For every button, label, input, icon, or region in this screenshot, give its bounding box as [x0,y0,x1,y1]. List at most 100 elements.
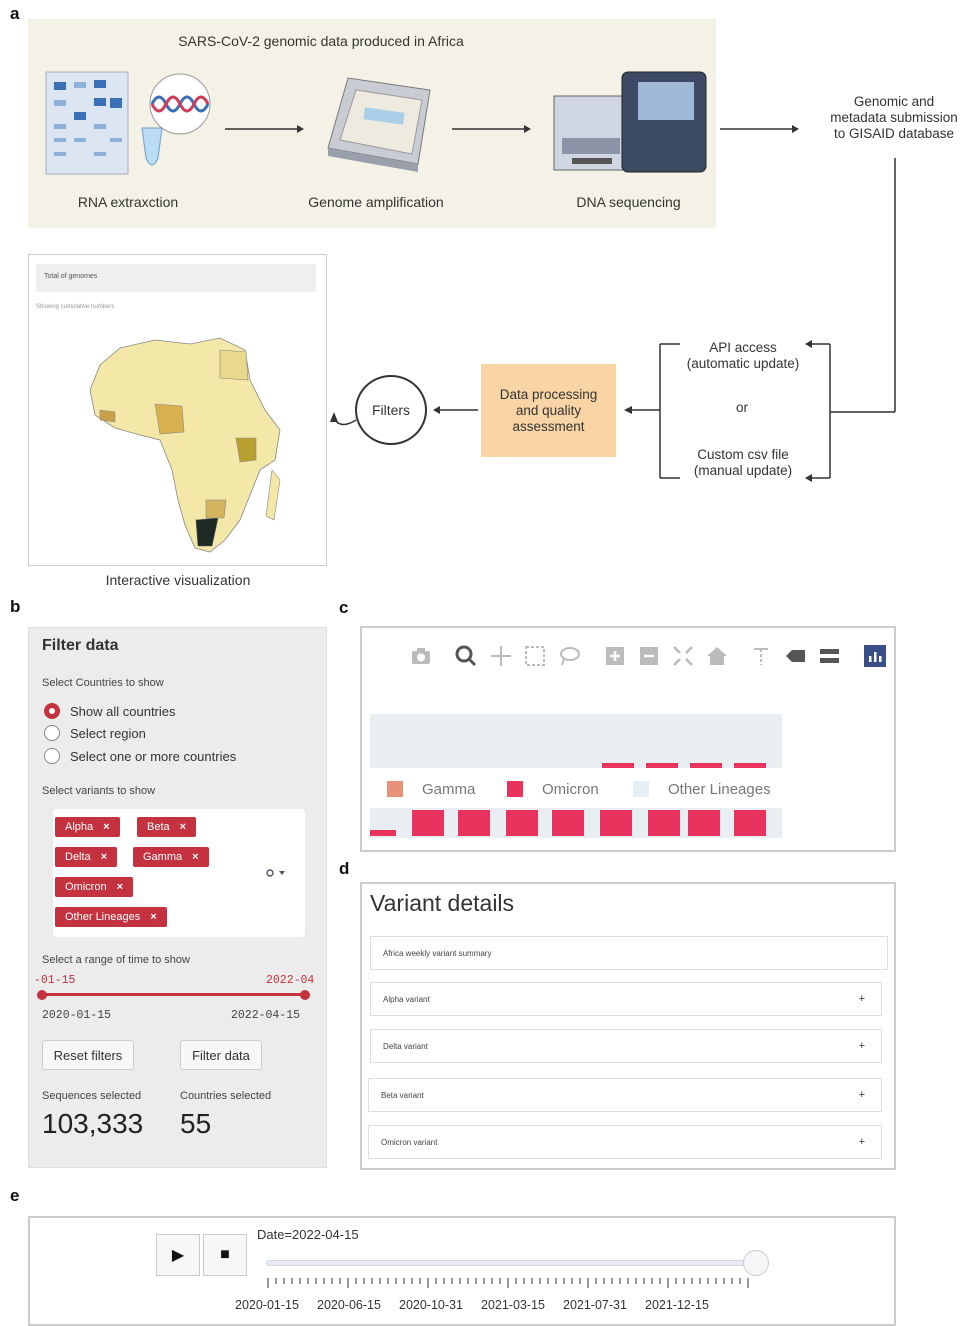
radio-label: Select region [70,725,146,741]
close-icon[interactable]: × [192,851,198,863]
accordion-delta-variant[interactable]: Delta variant + [370,1029,882,1063]
legend-swatch-omicron[interactable] [507,781,523,797]
pan-icon[interactable] [490,645,512,667]
countries-selected-value: 55 [180,1108,212,1139]
close-icon[interactable]: × [103,821,109,833]
expand-icon[interactable]: + [859,1089,865,1101]
chip-omicron[interactable]: Omicron × [55,877,133,897]
animation-date-label: Date=2022-04-15 [257,1227,359,1242]
step-genome-amplification: Genome amplification [308,194,444,210]
custom-csv-label: Custom csv file (manual update) [693,447,793,478]
tick-label: 2020-06-15 [317,1298,381,1312]
chip-other-lineages[interactable]: Other Lineages × [55,907,167,927]
panel-letter-e: e [10,1186,20,1205]
top-bar-segments [602,763,766,768]
api-access-label: API access (automatic update) [686,340,800,371]
tick-label: 2020-10-31 [399,1298,463,1312]
radio-show-all[interactable]: Show all countries [44,703,176,719]
close-icon[interactable]: × [150,911,156,923]
arrow-right-icon [225,125,304,133]
data-processing-box: Data processing and quality assessment [481,364,616,457]
plotly-logo-icon[interactable] [864,645,886,667]
range-start-bubble: -01-15 [34,974,76,987]
radio-button[interactable] [44,703,60,719]
expand-icon[interactable]: + [859,993,865,1005]
legend-swatch-gamma[interactable] [387,781,403,797]
radio-button[interactable] [44,725,60,741]
legend-gamma[interactable]: Gamma [422,781,475,798]
expand-icon[interactable]: + [859,1040,865,1052]
accordion-omicron-variant[interactable]: Omicron variant + [368,1125,882,1159]
range-min-label: 2020-01-15 [42,1009,112,1022]
radio-select-countries[interactable]: Select one or more countries [44,748,236,764]
zoom-out-icon[interactable] [638,645,660,667]
accordion-label: Beta variant [381,1090,424,1100]
close-icon[interactable]: × [101,851,107,863]
stop-button[interactable]: ■ [203,1234,247,1276]
filter-data-button[interactable]: Filter data [180,1040,262,1070]
time-range-label: Select a range of time to show [42,954,190,966]
arrow-curve-icon [330,412,357,426]
reset-filters-button[interactable]: Reset filters [42,1040,134,1070]
animation-slider-track[interactable] [266,1260,756,1266]
tick-label: 2021-12-15 [645,1298,709,1312]
hover-compare-icon[interactable] [818,645,840,667]
legend-omicron[interactable]: Omicron [542,781,599,798]
or-label: or [735,400,748,415]
countries-selected-label: Countries selected [180,1090,272,1102]
variant-select-box[interactable]: Alpha × Beta × Delta × Gamma × Omicron × Othe… [53,809,305,937]
sequences-selected-value: 103,333 [42,1108,144,1139]
chip-delta[interactable]: Delta × [55,847,118,867]
accordion-label: Omicron variant [381,1137,438,1147]
tick-label: 2021-03-15 [481,1298,545,1312]
thermocycler-illustration [327,77,431,172]
close-icon[interactable]: × [180,821,186,833]
map-header: Total of genomes [36,264,316,292]
panel-letter-a: a [10,4,20,23]
dropdown-toggle-icon[interactable] [265,867,289,879]
radio-button[interactable] [44,748,60,764]
arrow-left-icon [433,406,478,414]
tick-label: 2021-07-31 [563,1298,627,1312]
radio-label: Select one or more countries [70,748,237,764]
zoom-in-icon[interactable] [604,645,626,667]
autoscale-icon[interactable] [672,645,694,667]
step-rna-extraction: RNA extraxction [77,194,179,210]
chip-gamma[interactable]: Gamma × [133,847,209,867]
panel-letter-c: c [339,598,349,617]
legend-swatch-other[interactable] [633,781,649,797]
sequences-selected-label: Sequences selected [42,1090,142,1102]
accordion-beta-variant[interactable]: Beta variant + [368,1078,882,1112]
slider-handle-end[interactable] [300,990,310,1000]
filter-panel-title: Filter data [42,637,119,654]
slider-handle-start[interactable] [37,990,47,1000]
accordion-label: Africa weekly variant summary [383,948,492,958]
arrow-right-icon [720,125,799,133]
home-icon[interactable] [706,645,728,667]
chip-beta[interactable]: Beta × [137,817,197,837]
rna-extraction-illustration [45,71,211,175]
tick-label: 2020-01-15 [235,1298,299,1312]
accordion-africa-summary[interactable]: Africa weekly variant summary [370,936,888,970]
close-icon[interactable]: × [117,881,123,893]
legend-other-lineages[interactable]: Other Lineages [668,781,771,798]
chip-alpha[interactable]: Alpha × [55,817,120,837]
zoom-icon[interactable] [455,645,477,667]
time-range-slider[interactable] [42,993,305,996]
hover-closest-icon[interactable] [784,645,806,667]
expand-icon[interactable]: + [859,1136,865,1148]
workflow-title: SARS-CoV-2 genomic data produced in Afri… [178,33,464,49]
spike-lines-icon[interactable] [750,645,772,667]
play-button[interactable]: ▶ [156,1234,200,1276]
radio-select-region[interactable]: Select region [44,725,146,741]
camera-icon[interactable] [410,645,432,667]
animation-slider-handle[interactable] [743,1250,769,1276]
lasso-icon[interactable] [558,645,580,667]
africa-map [89,337,281,553]
variants-label: Select variants to show [42,785,156,797]
accordion-alpha-variant[interactable]: Alpha variant + [370,982,882,1016]
box-select-icon[interactable] [524,645,546,667]
animation-tick-marks [267,1278,749,1288]
accordion-label: Delta variant [383,1041,428,1051]
arrow-right-icon [452,125,531,133]
